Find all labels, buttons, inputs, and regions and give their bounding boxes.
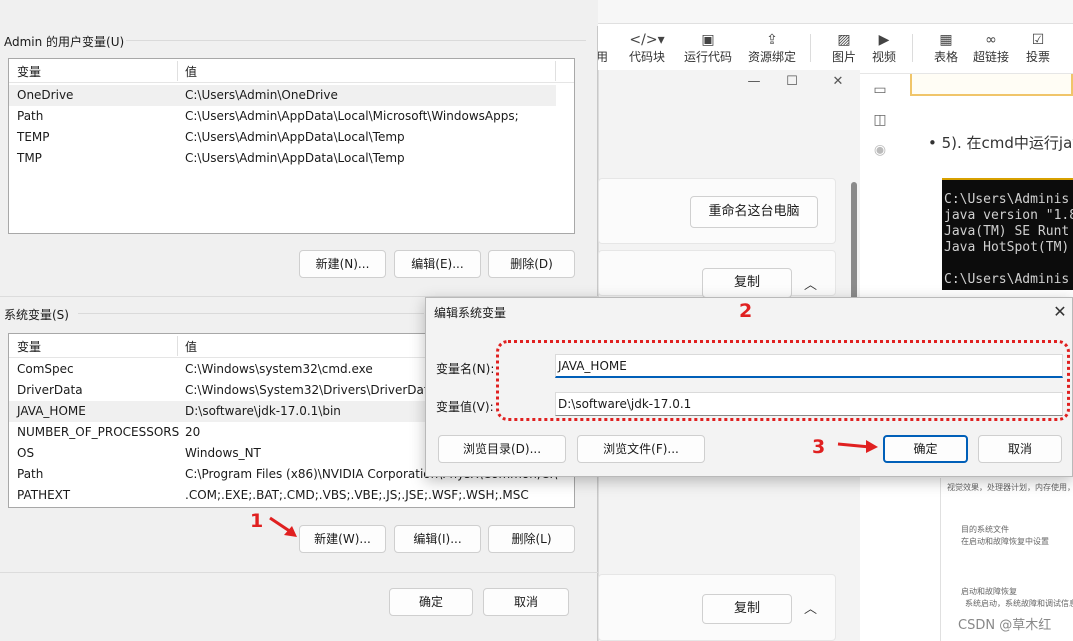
list-item[interactable]: Path C:\Users\Admin\AppData\Local\Micros… [9, 106, 574, 127]
group-line [78, 313, 424, 314]
toolbar-label: 超链接 [972, 50, 1009, 64]
toolbar-image[interactable]: ▨ 图片 [826, 30, 862, 70]
system-edit-button[interactable]: 编辑(I)... [394, 525, 481, 553]
annotation-arrow-icon [269, 516, 297, 537]
rename-pc-button[interactable]: 重命名这台电脑 [690, 196, 818, 228]
toolbar-resource-bind[interactable]: ⇪ 资源绑定 [744, 30, 800, 70]
var-value-label: 变量值(V): [436, 400, 494, 414]
edit-cancel-button[interactable]: 取消 [978, 435, 1062, 463]
toolbar-link[interactable]: ∞ 超链接 [970, 30, 1012, 70]
toolbar-separator [810, 34, 811, 62]
terminal-line: C:\Users\Adminis [944, 192, 1070, 207]
toolbar-label: 资源绑定 [747, 50, 796, 64]
column-separator[interactable] [177, 336, 178, 356]
annotation-step-3: 3 [812, 436, 826, 458]
annotation-highlight-box [496, 340, 1070, 421]
editor-toolbar: 用 </>▾ 代码块 ▣ 运行代码 ⇪ 资源绑定 ▨ 图片 ▶ 视频 ▦ 表格 … [596, 24, 1073, 74]
toolbar-label: 运行代码 [683, 50, 732, 64]
preview-icon[interactable]: ◉ [870, 142, 890, 162]
copy-button[interactable]: 复制 [702, 594, 792, 624]
column-header-name[interactable]: 变量 [17, 338, 41, 355]
column-header-name[interactable]: 变量 [17, 63, 41, 80]
annotation-step-2: 2 [739, 300, 753, 322]
image-icon: ▨ [837, 32, 851, 48]
env-cancel-button[interactable]: 取消 [483, 588, 569, 616]
list-item[interactable]: TMP C:\Users\Admin\AppData\Local\Temp [9, 148, 574, 169]
system-vars-title: 系统变量(S) [4, 308, 69, 322]
run-code-icon: ▣ [701, 32, 715, 48]
group-line [126, 40, 586, 41]
user-new-button[interactable]: 新建(N)... [299, 250, 386, 278]
maximize-icon[interactable]: ☐ [780, 72, 804, 92]
code-icon: </>▾ [629, 32, 665, 48]
bullet-paragraph: • 5). 在cmd中运行jav [928, 132, 1073, 153]
terminal-line: Java(TM) SE Runt [944, 224, 1070, 239]
toolbar-label: 表格 [933, 50, 958, 64]
toolbar-run-code[interactable]: ▣ 运行代码 [680, 30, 736, 70]
terminal-line: C:\Users\Adminis [944, 272, 1070, 287]
thumb-text: 系统启动，系统故障和调试信息 [965, 599, 1073, 608]
env-ok-button[interactable]: 确定 [389, 588, 473, 616]
terminal-screenshot: C:\Users\Adminis java version "1.8 Java(… [942, 178, 1073, 290]
toolbar-label: 代码块 [628, 50, 665, 64]
close-icon[interactable]: ✕ [1050, 302, 1070, 322]
browse-directory-button[interactable]: 浏览目录(D)... [438, 435, 566, 463]
editor-title-strip [598, 0, 1073, 24]
side-icon-bar: ▭ ◫ ◉ [866, 82, 894, 172]
thumb-text: 视觉效果，处理器计划，内存使用，虚拟 [947, 483, 1073, 492]
table-icon: ▦ [939, 32, 953, 48]
list-item[interactable]: TEMP C:\Users\Admin\AppData\Local\Temp [9, 127, 574, 148]
column-header-value[interactable]: 值 [185, 338, 197, 355]
watermark: CSDN @草木红 [958, 618, 1052, 633]
vote-icon: ☑ [1031, 32, 1045, 48]
column-separator[interactable] [177, 61, 178, 81]
toolbar-table[interactable]: ▦ 表格 [928, 30, 964, 70]
dialog-title: 编辑系统变量 [434, 306, 507, 320]
close-icon[interactable]: ✕ [826, 72, 850, 92]
video-icon: ▶ [878, 32, 890, 48]
column-separator[interactable] [555, 61, 556, 81]
link-icon: ∞ [985, 32, 997, 48]
layout-icon[interactable]: ▭ [870, 82, 890, 102]
terminal-line: java version "1.8 [944, 208, 1073, 223]
user-vars-list[interactable]: 变量 值 OneDrive C:\Users\Admin\OneDrive Pa… [8, 58, 575, 234]
terminal-line: Java HotSpot(TM) [944, 240, 1070, 255]
annotation-step-1: 1 [250, 510, 264, 532]
section-divider [0, 572, 598, 573]
copy-button[interactable]: 复制 [702, 268, 792, 298]
resource-bind-icon: ⇪ [766, 32, 778, 48]
list-item[interactable]: OneDrive C:\Users\Admin\OneDrive [9, 85, 556, 106]
chevron-up-icon[interactable]: ︿ [804, 598, 817, 617]
thumb-text: 在启动和故障恢复中设置 [961, 537, 1049, 546]
user-vars-title: Admin 的用户变量(U) [4, 35, 125, 49]
toolbar-separator [912, 34, 913, 62]
toolbar-label: 投票 [1025, 50, 1050, 64]
thumb-text: 目的系统文件 [961, 525, 1009, 534]
thumb-text: 启动和故障恢复 [961, 587, 1017, 596]
user-delete-button[interactable]: 删除(D) [488, 250, 575, 278]
toolbar-video[interactable]: ▶ 视频 [866, 30, 902, 70]
system-delete-button[interactable]: 删除(L) [488, 525, 575, 553]
annotation-arrow-icon [837, 440, 878, 453]
quote-block [910, 74, 1073, 96]
edit-ok-button[interactable]: 确定 [883, 435, 968, 463]
env-dialog-top [0, 0, 598, 26]
minimize-icon[interactable]: — [742, 72, 766, 92]
toolbar-vote[interactable]: ☑ 投票 [1020, 30, 1056, 70]
var-name-label: 变量名(N): [436, 362, 495, 376]
split-view-icon[interactable]: ◫ [870, 112, 890, 132]
toolbar-label: 图片 [831, 50, 856, 64]
user-edit-button[interactable]: 编辑(E)... [394, 250, 481, 278]
browse-file-button[interactable]: 浏览文件(F)... [577, 435, 705, 463]
list-item[interactable]: PATHEXT .COM;.EXE;.BAT;.CMD;.VBS;.VBE;.J… [9, 485, 574, 506]
bullet-text: 5). 在cmd中运行jav [941, 134, 1073, 152]
system-new-button[interactable]: 新建(W)... [299, 525, 386, 553]
chevron-up-icon[interactable]: ︿ [804, 274, 817, 293]
toolbar-label: 视频 [871, 50, 896, 64]
toolbar-code-block[interactable]: </>▾ 代码块 [622, 30, 672, 70]
list-header: 变量 值 [9, 59, 574, 83]
column-header-value[interactable]: 值 [185, 63, 197, 80]
